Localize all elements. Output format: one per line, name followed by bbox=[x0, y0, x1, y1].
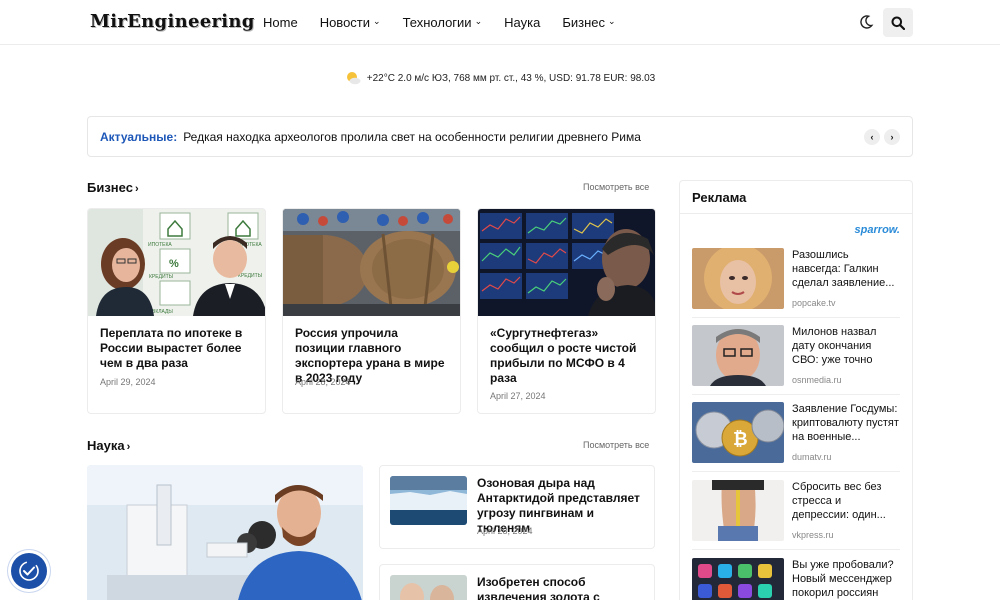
nav-item-home[interactable]: Home bbox=[263, 15, 298, 30]
article-date: April 29, 2024 bbox=[100, 377, 156, 387]
ad-item[interactable]: ₿ Заявление Госдумы: криптовалюту пустят… bbox=[692, 402, 900, 472]
image-label-vklady: ВКЛАДЫ bbox=[152, 309, 173, 315]
science-article-card[interactable]: Озоновая дыра над Антарктидой представля… bbox=[379, 465, 655, 549]
ad-thumbnail bbox=[692, 480, 784, 541]
ad-thumbnail: ₿ bbox=[692, 402, 784, 463]
image-label-kredity: КРЕДИТЫ bbox=[149, 274, 174, 280]
article-date: April 28, 2024 bbox=[477, 526, 533, 536]
accessibility-button[interactable] bbox=[11, 553, 47, 589]
chevron-down-icon: ⌄ bbox=[474, 16, 483, 26]
article-title[interactable]: Переплата по ипотеке в России вырастет б… bbox=[100, 326, 255, 371]
see-all-business-link[interactable]: Посмотреть все bbox=[583, 182, 649, 192]
see-all-science-link[interactable]: Посмотреть все bbox=[583, 440, 649, 450]
ad-thumbnail bbox=[692, 325, 784, 386]
partly-sunny-icon bbox=[346, 72, 361, 85]
ad-text[interactable]: Милонов назвал дату окончания СВО: уже т… bbox=[792, 325, 900, 367]
site-header: MirEngineering Home Новости ⌄ Технологии ⌄… bbox=[0, 0, 1000, 45]
ad-item[interactable]: Сбросить вес без стресса и депрессии: од… bbox=[692, 480, 900, 550]
ads-heading: Реклама bbox=[680, 181, 912, 214]
section-title-text: Бизнес bbox=[87, 180, 133, 195]
chevron-down-icon: ⌄ bbox=[373, 16, 381, 26]
article-title[interactable]: Изобретен способ извлечения золота с bbox=[477, 575, 646, 600]
nav-item-label: Home bbox=[263, 15, 298, 30]
article-thumbnail bbox=[390, 575, 467, 600]
featured-science-image[interactable] bbox=[87, 465, 363, 600]
chevron-down-icon: ⌄ bbox=[607, 16, 616, 26]
article-image bbox=[283, 209, 460, 316]
business-article-card[interactable]: % ИПОТЕКА КРЕДИТЫ ВКЛАДЫ ИПОТЕКА КРЕДИТЫ… bbox=[87, 208, 266, 414]
nav-item-news[interactable]: Новости ⌄ bbox=[320, 15, 381, 30]
main-nav: Home Новости ⌄ Технологии ⌄ Наука Бизнес ⌄ bbox=[263, 0, 638, 45]
article-image: % ИПОТЕКА КРЕДИТЫ ВКЛАДЫ ИПОТЕКА КРЕДИТЫ bbox=[88, 209, 265, 316]
article-image bbox=[478, 209, 655, 316]
ad-thumbnail bbox=[692, 248, 784, 309]
search-button[interactable] bbox=[883, 8, 913, 37]
chevron-right-icon[interactable]: › bbox=[884, 129, 900, 145]
nav-item-tech[interactable]: Технологии ⌄ bbox=[403, 15, 483, 30]
ad-item[interactable]: Разошлись навсегда: Галкин сделал заявле… bbox=[692, 248, 900, 318]
section-title-text: Наука bbox=[87, 438, 125, 453]
chevron-right-icon: › bbox=[134, 183, 139, 195]
ad-text[interactable]: Заявление Госдумы: криптовалюту пустят н… bbox=[792, 402, 900, 444]
nav-item-label: Технологии bbox=[402, 15, 472, 30]
svg-text:КРЕДИТЫ: КРЕДИТЫ bbox=[238, 273, 263, 279]
ad-source: vkpress.ru bbox=[792, 530, 834, 540]
search-icon bbox=[891, 16, 905, 30]
ads-sidebar: Реклама sparrow. Разошлись навсегда: Гал… bbox=[679, 180, 913, 600]
ticker-label: Актуальные: bbox=[100, 129, 178, 144]
ad-source: osnmedia.ru bbox=[792, 375, 842, 385]
nav-item-business[interactable]: Бизнес ⌄ bbox=[562, 15, 615, 30]
ad-item[interactable]: Вы уже пробовали? Новый мессенджер покор… bbox=[692, 558, 900, 600]
ad-text[interactable]: Вы уже пробовали? Новый мессенджер покор… bbox=[792, 558, 900, 600]
article-date: April 28, 2024 bbox=[295, 377, 351, 387]
science-article-card[interactable]: Изобретен способ извлечения золота с bbox=[379, 564, 655, 600]
ad-text[interactable]: Разошлись навсегда: Галкин сделал заявле… bbox=[792, 248, 900, 290]
svg-text:₿: ₿ bbox=[733, 429, 748, 449]
section-title-business[interactable]: Бизнес › bbox=[87, 180, 139, 195]
nav-item-label: Наука bbox=[504, 15, 541, 30]
weather-text: +22°C 2.0 м/с ЮЗ, 768 мм рт. ст., 43 %, … bbox=[366, 72, 656, 84]
nav-item-science[interactable]: Наука bbox=[504, 15, 540, 30]
chevron-left-icon[interactable]: ‹ bbox=[864, 129, 880, 145]
ad-source: dumatv.ru bbox=[792, 452, 832, 462]
ad-source: popcake.tv bbox=[792, 298, 836, 308]
moon-icon[interactable] bbox=[857, 13, 875, 31]
ad-item[interactable]: Милонов назвал дату окончания СВО: уже т… bbox=[692, 325, 900, 395]
weather-bar: +22°C 2.0 м/с ЮЗ, 768 мм рт. ст., 43 %, … bbox=[0, 71, 1000, 85]
ad-network-logo[interactable]: sparrow. bbox=[855, 224, 900, 236]
site-logo[interactable]: MirEngineering bbox=[90, 11, 255, 32]
ad-text[interactable]: Сбросить вес без стресса и депрессии: од… bbox=[792, 480, 900, 522]
nav-item-label: Новости bbox=[319, 15, 371, 30]
svg-text:%: % bbox=[169, 258, 179, 270]
ad-thumbnail bbox=[692, 558, 784, 600]
breaking-news-ticker: Актуальные: Редкая находка археологов пр… bbox=[87, 116, 913, 157]
business-article-card[interactable]: Россия упрочила позиции главного экспорт… bbox=[282, 208, 461, 414]
image-label-ipoteka: ИПОТЕКА bbox=[148, 242, 172, 248]
article-title[interactable]: «Сургутнефтегаз» сообщил о росте чистой … bbox=[490, 326, 645, 386]
section-title-science[interactable]: Наука › bbox=[87, 438, 130, 453]
article-date: April 27, 2024 bbox=[490, 391, 546, 401]
article-thumbnail bbox=[390, 476, 467, 525]
accessibility-icon bbox=[19, 561, 39, 581]
ticker-controls: ‹ › bbox=[860, 129, 900, 145]
chevron-right-icon: › bbox=[126, 441, 131, 453]
ticker-headline-link[interactable]: Редкая находка археологов пролила свет н… bbox=[183, 130, 641, 144]
business-article-card[interactable]: «Сургутнефтегаз» сообщил о росте чистой … bbox=[477, 208, 656, 414]
nav-item-label: Бизнес bbox=[562, 15, 605, 30]
